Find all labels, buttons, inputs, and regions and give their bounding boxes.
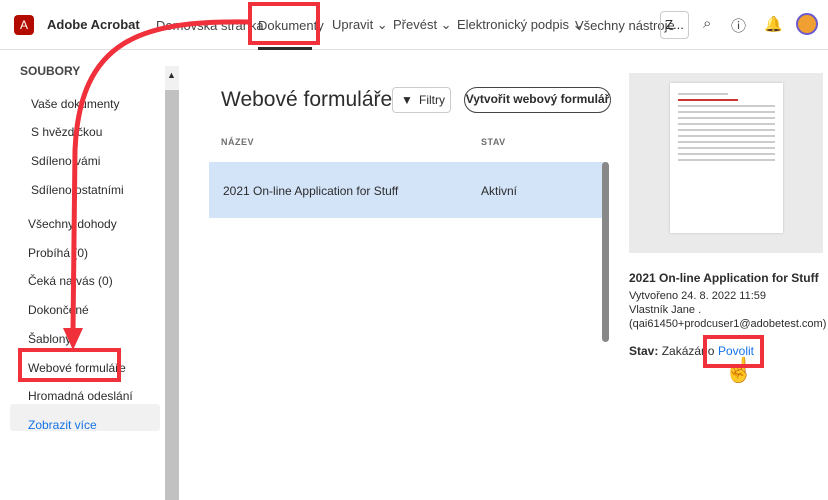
annotation-arrow <box>63 19 251 350</box>
